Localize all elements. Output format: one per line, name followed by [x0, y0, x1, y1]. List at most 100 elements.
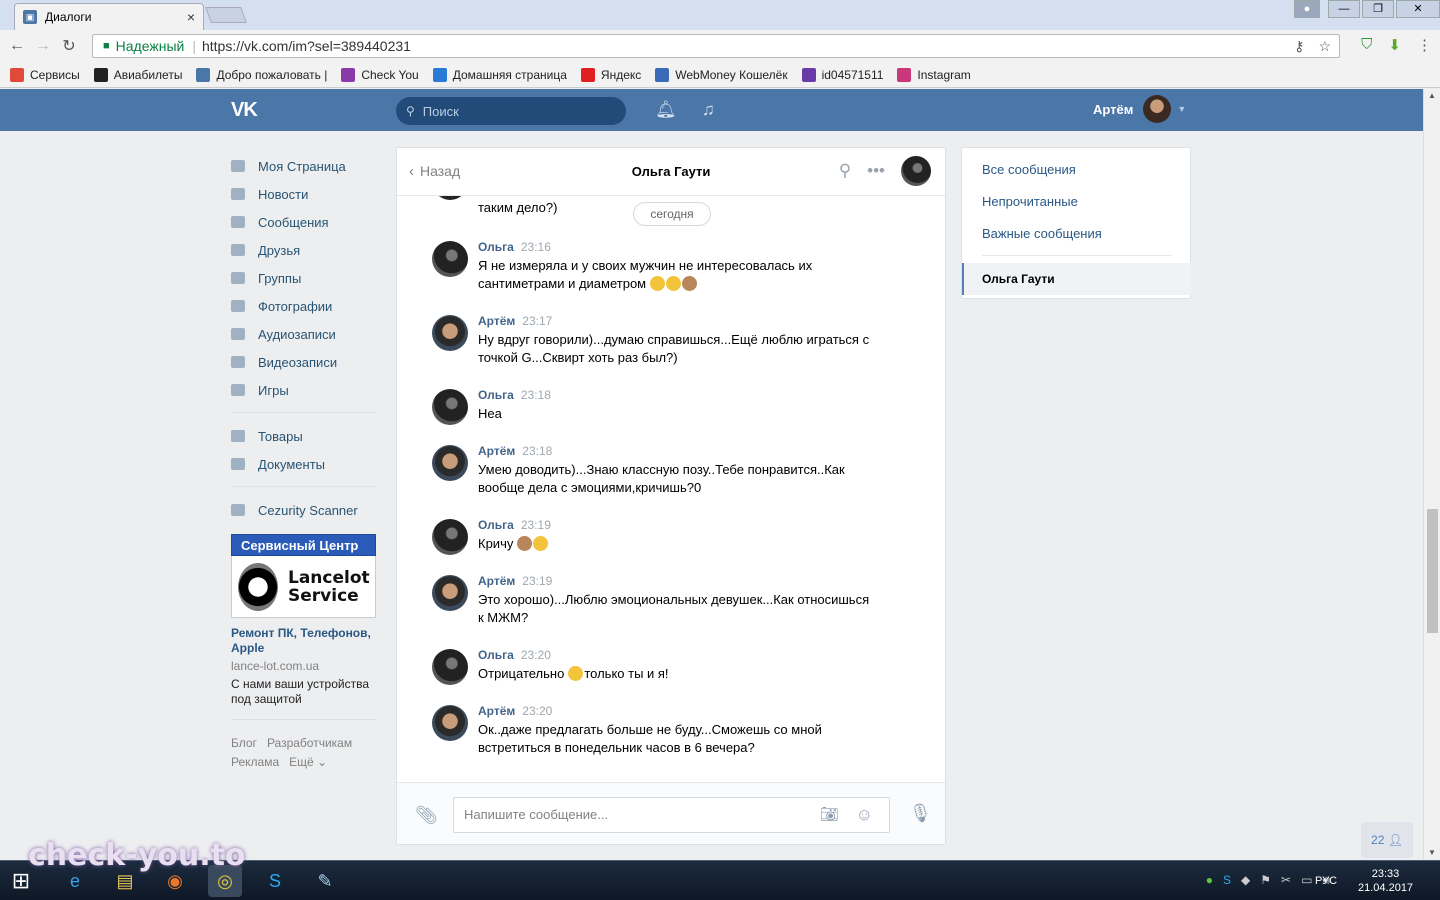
bookmark-star-icon[interactable]: ☆: [1318, 38, 1331, 55]
message-author[interactable]: Артём 23:17: [478, 314, 552, 328]
minimize-button[interactable]: —: [1328, 0, 1360, 18]
bookmark-item[interactable]: Домашняя страница: [432, 67, 567, 82]
ad-block[interactable]: Сервисный Центр Lancelot Service Ремонт …: [231, 534, 376, 707]
music-icon[interactable]: ♫: [702, 100, 715, 120]
avatar[interactable]: [432, 519, 468, 555]
close-window-button[interactable]: ✕: [1396, 0, 1440, 18]
more-dots-icon[interactable]: •••: [867, 161, 885, 181]
paperclip-icon[interactable]: 📎︎: [415, 805, 438, 826]
message-author[interactable]: Ольга 23:19: [478, 518, 551, 532]
bookmark-item[interactable]: Instagram: [897, 67, 971, 82]
tray-network-icon[interactable]: ▭: [1301, 873, 1312, 888]
url-text[interactable]: https://vk.com/im?sel=389440231: [202, 38, 411, 54]
page-scrollbar[interactable]: ▲ ▼: [1423, 89, 1440, 859]
taskbar-clock[interactable]: 23:33 21.04.2017: [1358, 867, 1413, 895]
message-time[interactable]: 23:20: [521, 648, 551, 662]
filter-unread[interactable]: Непрочитанные: [982, 194, 1078, 209]
footer-ads-link[interactable]: Реклама: [231, 755, 279, 769]
scroll-down-icon[interactable]: ▼: [1428, 848, 1436, 857]
author-name[interactable]: Ольга: [478, 388, 514, 402]
sidebar-item[interactable]: Товары: [231, 422, 376, 450]
author-name[interactable]: Артём: [478, 574, 515, 588]
tray-flag-icon[interactable]: ⚑: [1260, 873, 1271, 888]
author-name[interactable]: Ольга: [478, 240, 514, 254]
sidebar-item[interactable]: Видеозаписи: [231, 348, 376, 376]
sidebar-item[interactable]: Моя Страница: [231, 152, 376, 180]
avatar[interactable]: [901, 156, 931, 186]
sidebar-item[interactable]: Сообщения: [231, 208, 376, 236]
online-friends-badge[interactable]: 22 👤︎: [1361, 822, 1413, 858]
footer-more-link[interactable]: Ещё ⌄: [289, 755, 327, 769]
profile-icon[interactable]: ●: [1294, 0, 1320, 18]
sidebar-item[interactable]: Новости: [231, 180, 376, 208]
bookmark-item[interactable]: Сервисы: [10, 67, 80, 82]
filter-selected-dialog[interactable]: Ольга Гаути: [962, 263, 1191, 295]
sidebar-item[interactable]: Cezurity Scanner: [231, 496, 376, 524]
footer-dev-link[interactable]: Разработчикам: [267, 736, 352, 750]
message-author[interactable]: Ольга 23:16: [478, 240, 551, 254]
new-tab-button[interactable]: [205, 7, 247, 23]
sidebar-item[interactable]: Документы: [231, 450, 376, 478]
vk-logo[interactable]: VK: [231, 99, 258, 122]
sidebar-item[interactable]: Аудиозаписи: [231, 320, 376, 348]
message-author[interactable]: Артём 23:18: [478, 444, 552, 458]
scroll-up-icon[interactable]: ▲: [1428, 91, 1436, 100]
notepad-icon[interactable]: ✎: [308, 865, 342, 897]
search-input[interactable]: ⚲ Поиск: [396, 97, 626, 125]
smiley-icon[interactable]: ☺: [856, 798, 873, 832]
filter-important[interactable]: Важные сообщения: [982, 226, 1102, 241]
avatar[interactable]: [432, 705, 468, 741]
sidebar-item[interactable]: Игры: [231, 376, 376, 404]
author-name[interactable]: Артём: [478, 314, 515, 328]
author-name[interactable]: Артём: [478, 704, 515, 718]
message-author[interactable]: Ольга 23:20: [478, 648, 551, 662]
avatar[interactable]: [432, 649, 468, 685]
message-time[interactable]: 23:20: [522, 704, 552, 718]
message-time[interactable]: 23:17: [522, 314, 552, 328]
ad-headline[interactable]: Ремонт ПК, Телефонов, Apple: [231, 626, 376, 656]
sidebar-item[interactable]: Друзья: [231, 236, 376, 264]
search-icon[interactable]: ⚲: [839, 161, 851, 181]
avatar[interactable]: [432, 389, 468, 425]
message-input[interactable]: Напишите сообщение... 📷︎ ☺: [453, 797, 890, 833]
tray-tools-icon[interactable]: ✂: [1281, 873, 1291, 888]
bookmark-item[interactable]: Авиабилеты: [93, 67, 182, 82]
ad-site[interactable]: lance-lot.com.ua: [231, 659, 376, 673]
author-name[interactable]: Ольга: [478, 518, 514, 532]
back-arrow-icon[interactable]: ←: [4, 37, 30, 55]
bookmark-item[interactable]: id04571511: [801, 67, 883, 82]
bookmark-item[interactable]: Яндекс: [580, 67, 641, 82]
camera-icon[interactable]: 📷︎: [820, 798, 839, 832]
bookmark-item[interactable]: WebMoney Кошелёк: [655, 67, 788, 82]
message-author[interactable]: Артём 23:19: [478, 574, 552, 588]
sidebar-item[interactable]: Фотографии: [231, 292, 376, 320]
sidebar-item[interactable]: Группы: [231, 264, 376, 292]
filter-all-messages[interactable]: Все сообщения: [982, 162, 1076, 177]
bookmark-item[interactable]: Добро пожаловать |: [196, 67, 327, 82]
reload-icon[interactable]: ↻: [56, 36, 82, 56]
message-time[interactable]: 23:18: [522, 444, 552, 458]
author-name[interactable]: Артём: [478, 444, 515, 458]
avatar[interactable]: [432, 445, 468, 481]
key-icon[interactable]: ⚷: [1294, 38, 1304, 55]
browser-tab[interactable]: ▣ Диалоги ×: [14, 3, 204, 30]
language-indicator[interactable]: РУС: [1315, 875, 1337, 887]
tab-close-icon[interactable]: ×: [187, 9, 195, 25]
maximize-button[interactable]: ❐: [1362, 0, 1394, 18]
message-author[interactable]: Ольга 23:18: [478, 388, 551, 402]
user-menu[interactable]: Артём ▼: [1093, 95, 1186, 123]
message-time[interactable]: 23:16: [521, 240, 551, 254]
skype-icon[interactable]: S: [258, 865, 292, 897]
bell-icon[interactable]: 🔔︎: [655, 100, 677, 120]
message-time[interactable]: 23:19: [522, 574, 552, 588]
avatar[interactable]: [432, 241, 468, 277]
address-bar[interactable]: ■ Надежный | https://vk.com/im?sel=38944…: [92, 34, 1340, 58]
avatar[interactable]: [432, 575, 468, 611]
scrollbar-thumb[interactable]: [1427, 509, 1438, 633]
avatar[interactable]: [432, 315, 468, 351]
author-name[interactable]: Ольга: [478, 648, 514, 662]
tray-app-icon[interactable]: ●: [1206, 873, 1213, 888]
tray-skype-icon[interactable]: S: [1223, 873, 1231, 888]
ad-image[interactable]: Lancelot Service: [231, 556, 376, 618]
ad-title[interactable]: Сервисный Центр: [231, 534, 376, 556]
